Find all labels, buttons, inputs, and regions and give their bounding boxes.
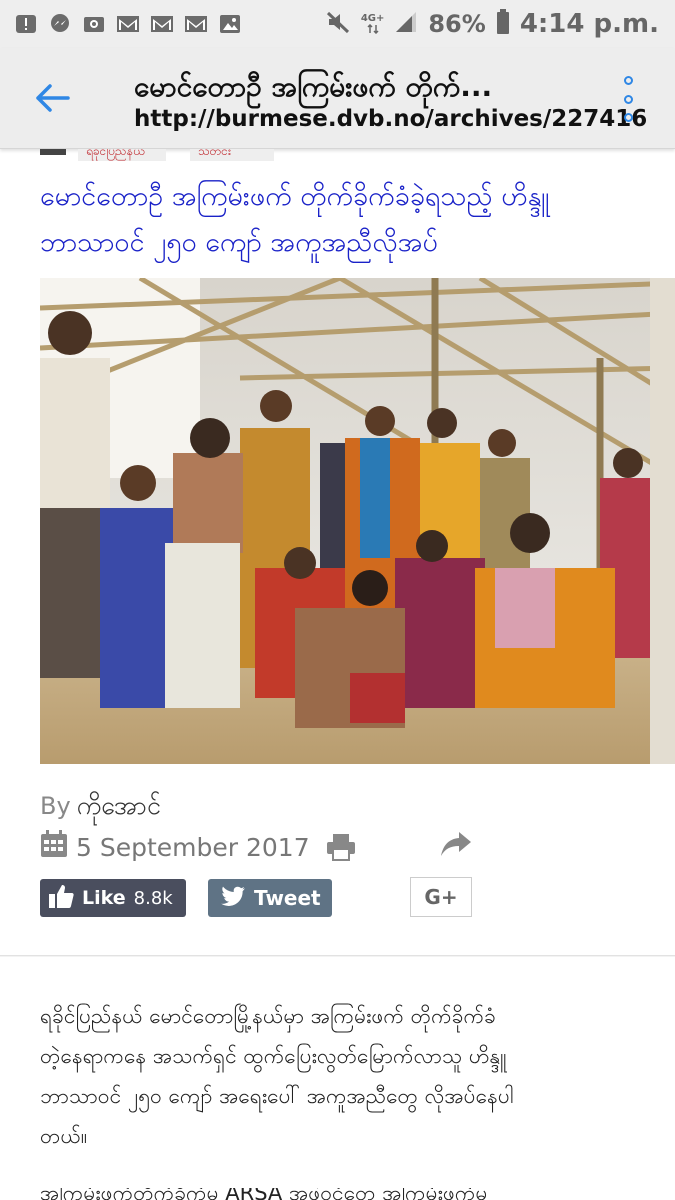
article-headline[interactable]: မောင်တောဦ အကြမ်းဖက် တိုက်ခိုက်ခံခဲ့ရသည့်… (40, 174, 675, 266)
share-icon[interactable] (440, 830, 472, 862)
network-label: 4G+ (360, 13, 385, 24)
byline: By ကိုအောင် (40, 790, 161, 827)
headline-line: ဘာသာဝင် ၂၅၀ ကျော် အကူအညီလိုအပ် (40, 227, 438, 258)
like-count: 8.8k (133, 887, 173, 909)
menu-dot (623, 113, 633, 122)
network-type: 4G+ (360, 13, 385, 34)
body-line: ရခိုင်ပြည်နယ် မောင်တောမြို့နယ်မှာ အကြမ်း… (40, 1004, 496, 1028)
twitter-bird-icon (220, 885, 246, 911)
alert-icon (14, 13, 38, 35)
facebook-like-button[interactable]: Like 8.8k (40, 879, 186, 917)
clock: 4:14 p.m. (519, 9, 659, 39)
gplus-label: G+ (424, 885, 458, 909)
article-body: ရခိုင်ပြည်နယ် မောင်တောမြို့နယ်မှာ အကြမ်း… (40, 996, 675, 1156)
menu-dot (623, 94, 633, 104)
image-icon (218, 13, 242, 35)
menu-dot (623, 76, 633, 85)
thumbs-up-icon (48, 883, 74, 913)
mute-icon (325, 10, 351, 38)
category-label: ရခိုင်ပြည်နယ် (86, 149, 145, 158)
battery-percent: 86% (428, 10, 486, 38)
author-link[interactable]: ကိုအောင် (77, 791, 161, 820)
gmail-icon (116, 13, 140, 35)
body-line: အကြမ်းဖက်တိုက်ခိုက်မှု ARSA အဖွဲ့ဝင်တွေ … (40, 1188, 488, 1200)
battery-icon (496, 9, 510, 39)
messenger-icon (48, 13, 72, 35)
tweet-label: Tweet (254, 886, 321, 910)
like-label: Like (82, 887, 126, 909)
tweet-button[interactable]: Tweet (208, 879, 332, 917)
camera-icon (82, 13, 106, 35)
browser-address-bar: မောင်တောဦ အကြမ်းဖက် တိုက်... http://burm… (0, 48, 675, 149)
publish-date: 5 September 2017 (76, 832, 310, 862)
body-line: ဘာသာဝင် ၂၅၀ ကျော် အရေးပေါ် အကူအညီတွေ လို… (40, 1084, 514, 1108)
page-title: မောင်တောဦ အကြမ်းဖက် တိုက်... (134, 70, 493, 103)
category-bar (40, 149, 66, 155)
gmail-icon (150, 13, 174, 35)
next-paragraph: အကြမ်းဖက်တိုက်ခိုက်မှု ARSA အဖွဲ့ဝင်တွေ … (40, 1188, 675, 1200)
category-tag[interactable]: ရခိုင်ပြည်နယ် (78, 149, 166, 161)
dateline: 5 September 2017 (40, 830, 310, 864)
print-icon[interactable] (326, 833, 356, 865)
overflow-menu-button[interactable] (614, 76, 642, 122)
photo-edge (650, 278, 675, 764)
byline-prefix: By (40, 792, 71, 820)
calendar-icon (40, 830, 68, 864)
status-bar: 4G+ 86% 4:14 p.m. (0, 0, 675, 48)
category-tag[interactable]: သတင်း (190, 149, 274, 161)
article-photo (40, 278, 675, 764)
category-label: သတင်း (198, 149, 231, 158)
body-line: တယ်။ (40, 1124, 88, 1148)
google-plus-button[interactable]: G+ (410, 877, 472, 917)
signal-icon (394, 11, 418, 37)
url-text[interactable]: http://burmese.dvb.no/archives/227416 (134, 106, 647, 132)
body-line: တဲ့နေရာကနေ အသက်ရှင် ထွက်ပြေးလွတ်မြောက်လာ… (40, 1044, 507, 1068)
gmail-icon (184, 13, 208, 35)
divider (0, 956, 675, 957)
back-arrow-icon (36, 84, 70, 112)
back-button[interactable] (28, 78, 76, 118)
headline-line: မောင်တောဦ အကြမ်းဖက် တိုက်ခိုက်ခံခဲ့ရသည့်… (40, 181, 550, 212)
